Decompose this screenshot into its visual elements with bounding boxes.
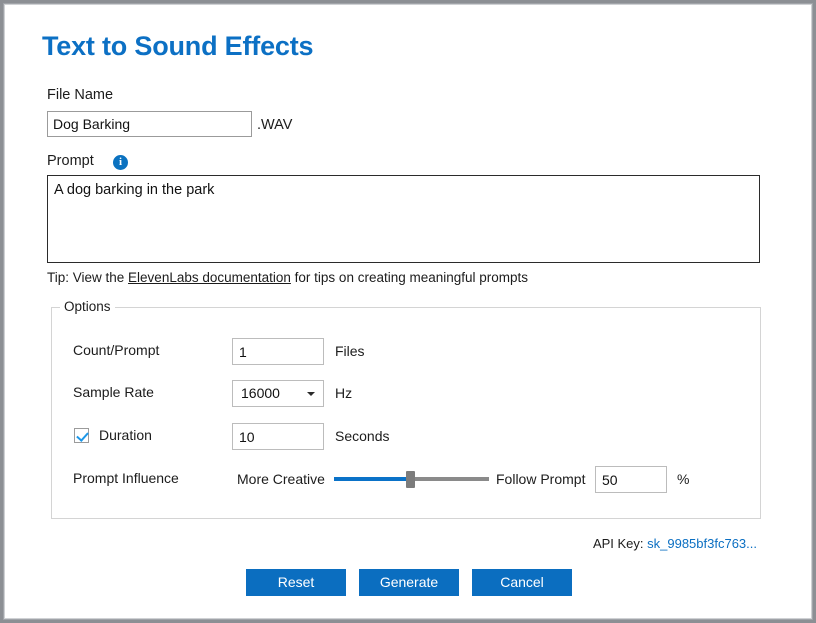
slider-track-filled <box>334 477 412 481</box>
file-name-label: File Name <box>47 87 114 103</box>
prompt-label: Prompt <box>47 153 94 169</box>
generate-button[interactable]: Generate <box>359 569 459 596</box>
count-prompt-row: Count/Prompt Files <box>4 338 812 365</box>
reset-button[interactable]: Reset <box>246 569 346 596</box>
sample-rate-row: Sample Rate 16000 Hz <box>4 380 812 407</box>
prompt-influence-slider[interactable] <box>334 466 489 493</box>
more-creative-label: More Creative <box>237 471 325 487</box>
count-prompt-input[interactable] <box>232 338 324 365</box>
info-icon[interactable]: i <box>113 155 128 170</box>
sample-rate-value: 16000 <box>241 385 280 401</box>
duration-label: Duration <box>99 427 152 443</box>
sample-rate-label: Sample Rate <box>73 384 154 400</box>
api-key-label: API Key: <box>592 536 648 551</box>
page-title: Text to Sound Effects <box>42 31 314 61</box>
app-window: Text to Sound Effects File Name .WAV Pro… <box>3 3 813 620</box>
elevenlabs-documentation-link[interactable]: ElevenLabs documentation <box>128 270 291 285</box>
follow-prompt-label: Follow Prompt <box>496 471 586 487</box>
file-extension-label: .WAV <box>257 117 293 133</box>
button-row: Reset Generate Cancel <box>4 569 814 596</box>
prompt-influence-input[interactable] <box>595 466 667 493</box>
duration-checkbox[interactable] <box>74 428 89 443</box>
tip-text: Tip: View the ElevenLabs documentation f… <box>47 270 528 285</box>
prompt-influence-unit: % <box>677 471 690 487</box>
sample-rate-unit: Hz <box>335 385 353 401</box>
options-legend: Options <box>60 299 115 314</box>
count-prompt-label: Count/Prompt <box>73 342 160 358</box>
api-key-line: API Key: sk_9985bf3fc763... <box>593 536 757 551</box>
tip-prefix: Tip: View the <box>47 270 129 285</box>
sample-rate-select[interactable]: 16000 <box>232 380 324 407</box>
duration-row: Duration Seconds <box>4 423 812 450</box>
prompt-influence-label: Prompt Influence <box>73 470 179 486</box>
duration-unit: Seconds <box>335 428 390 444</box>
dialog-content: Text to Sound Effects File Name .WAV Pro… <box>4 4 812 619</box>
chevron-down-icon <box>307 392 315 396</box>
cancel-button[interactable]: Cancel <box>472 569 572 596</box>
prompt-textarea[interactable]: A dog barking in the park <box>47 175 760 263</box>
count-prompt-unit: Files <box>335 343 365 359</box>
slider-track-remainder <box>412 477 489 481</box>
file-name-input[interactable] <box>47 111 252 137</box>
duration-input[interactable] <box>232 423 324 450</box>
slider-thumb[interactable] <box>406 471 415 488</box>
api-key-value[interactable]: sk_9985bf3fc763... <box>647 536 757 551</box>
prompt-influence-row: Prompt Influence More Creative Follow Pr… <box>4 466 812 493</box>
tip-suffix: for tips on creating meaningful prompts <box>290 270 529 285</box>
